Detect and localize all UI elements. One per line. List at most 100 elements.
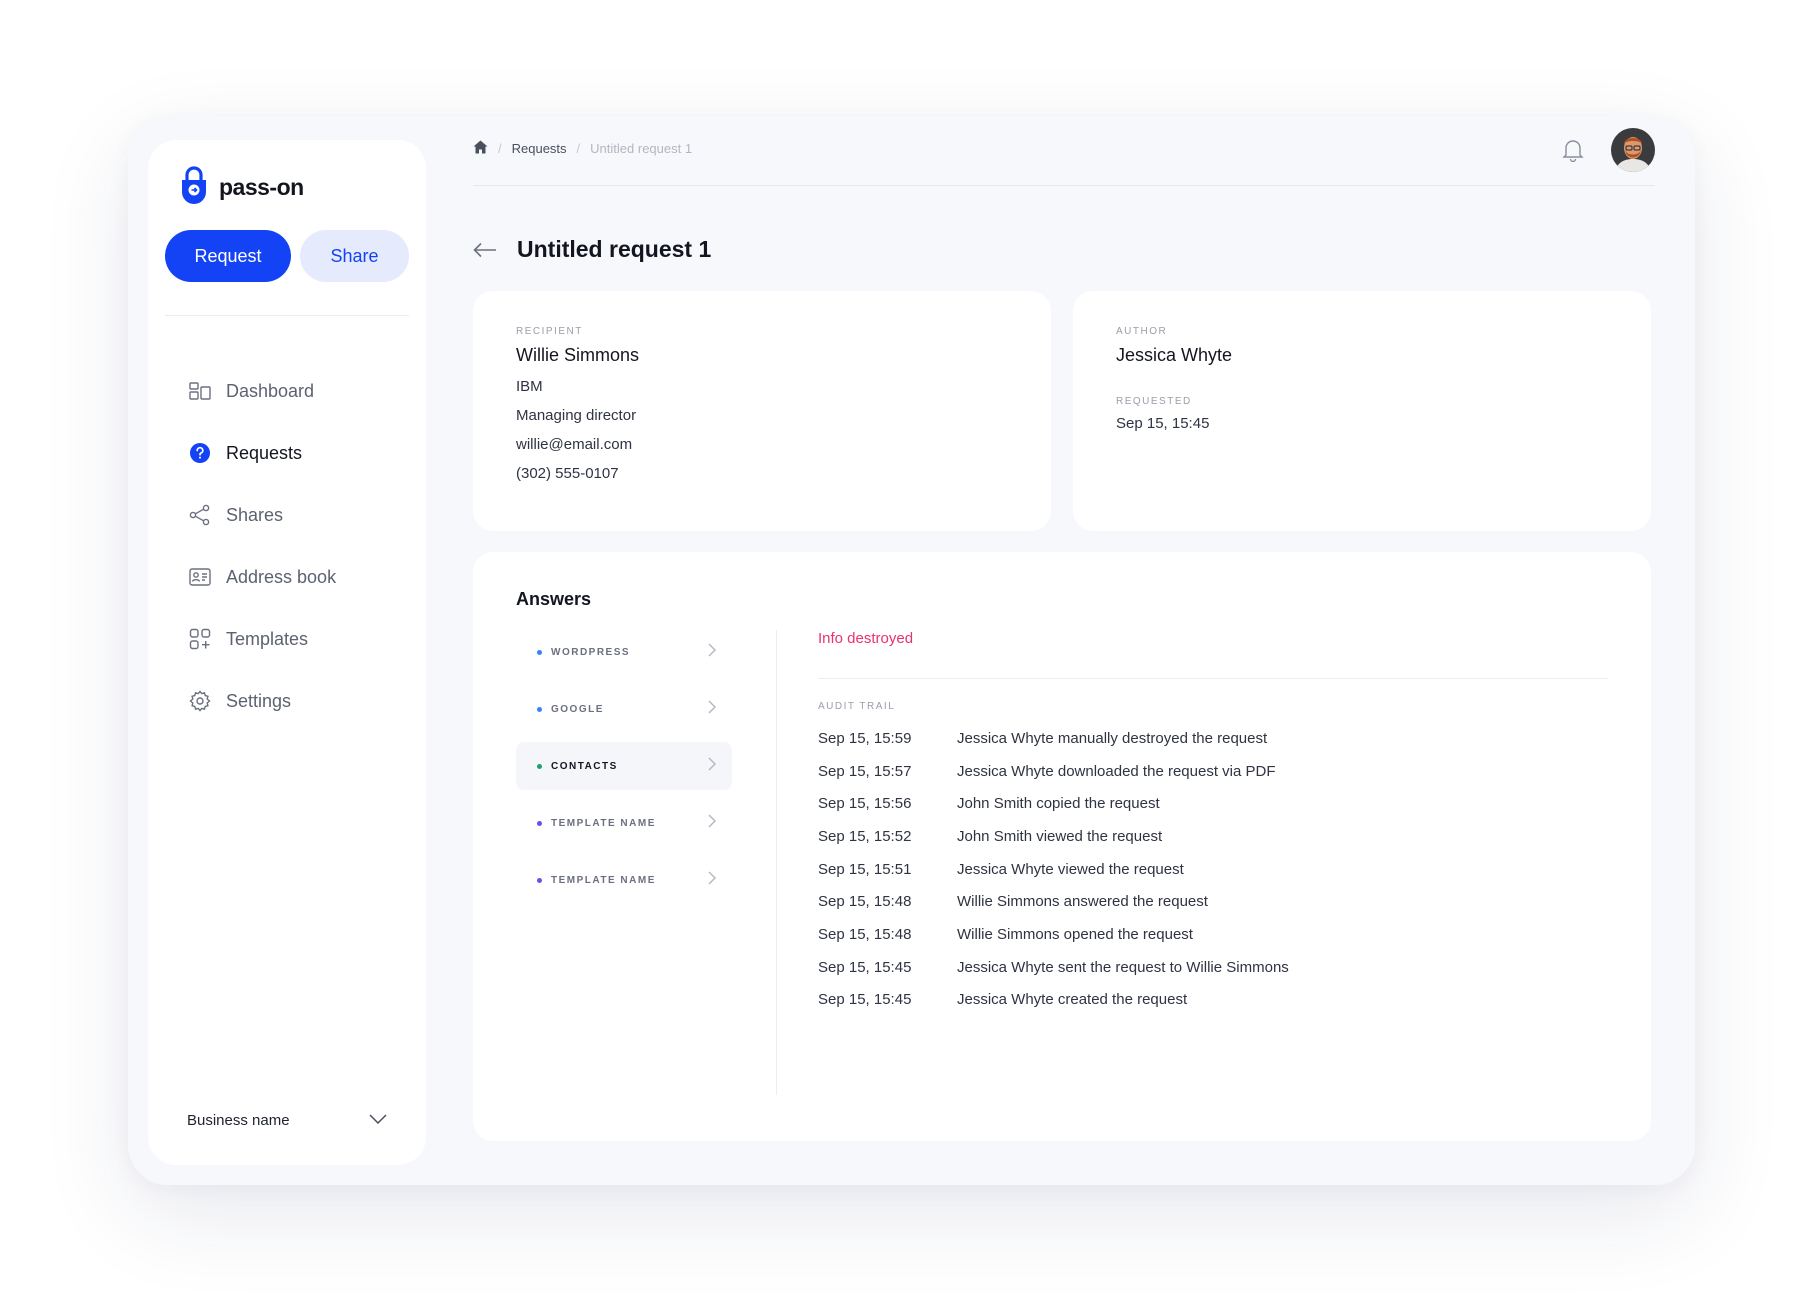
home-icon[interactable] [473,140,488,157]
audit-row: Sep 15, 15:45 Jessica Whyte sent the requ… [818,951,1608,984]
audit-row: Sep 15, 15:56 John Smith copied the reque… [818,787,1608,820]
requested-label: REQUESTED [1116,396,1192,407]
answer-item-wordpress[interactable]: WORDPRESS [516,628,732,676]
chevron-right-icon [708,814,716,833]
chevron-right-icon [708,757,716,776]
status-dot [537,649,542,655]
breadcrumb-separator: / [498,141,502,156]
brand-name: pass-on [219,174,304,200]
answer-item-contacts[interactable]: CONTACTS [516,742,732,790]
chevron-down-icon [369,1111,387,1129]
sidebar-item-label: Requests [226,442,303,463]
chevron-right-icon [708,700,716,719]
breadcrumb-current: Untitled request 1 [590,141,693,156]
audit-time: Sep 15, 15:48 [818,893,912,911]
breadcrumb-requests[interactable]: Requests [512,141,567,156]
audit-event: Jessica Whyte viewed the request [957,860,1184,878]
sidebar-item-address-book[interactable]: Address book [188,546,336,608]
contact-card-icon [188,565,212,589]
author-card: AUTHOR Jessica Whyte REQUESTED Sep 15, 1… [1073,291,1651,531]
audit-row: Sep 15, 15:59 Jessica Whyte manually dest… [818,722,1608,755]
gear-icon [188,689,212,713]
avatar[interactable] [1611,128,1655,172]
bell-icon[interactable] [1562,138,1584,167]
audit-time: Sep 15, 15:51 [818,860,912,878]
answer-label: TEMPLATE NAME [551,874,656,886]
recipient-phone: (302) 555-0107 [516,465,619,482]
business-selector[interactable]: Business name [187,1111,387,1129]
audit-time: Sep 15, 15:57 [818,762,912,780]
answers-title: Answers [516,589,592,609]
sidebar-item-requests[interactable]: Requests [188,422,336,484]
back-arrow-icon[interactable] [473,242,497,258]
logo[interactable]: pass-on [181,166,304,209]
answers-card: Answers WORDPRESS GOOGLE CONTACTS TEMPLA… [473,552,1651,1141]
audit-time: Sep 15, 15:45 [818,958,912,976]
lock-logo-icon [181,166,207,209]
status-dot [537,706,542,712]
answer-label: GOOGLE [551,703,604,715]
audit-time: Sep 15, 15:48 [818,925,912,943]
recipient-name: Willie Simmons [516,345,640,365]
sidebar-item-settings[interactable]: Settings [188,670,336,732]
business-name: Business name [187,1111,290,1129]
recipient-email: willie@email.com [516,436,633,453]
audit-event: Jessica Whyte sent the request to Willie… [957,958,1289,976]
requested-date: Sep 15, 15:45 [1116,415,1210,432]
audit-time: Sep 15, 15:56 [818,795,912,813]
status-dot [537,820,542,826]
recipient-role: Managing director [516,407,637,424]
audit-event: Willie Simmons answered the request [957,893,1208,911]
sidebar-nav: Dashboard Requests Shares Address book T… [188,360,336,732]
templates-icon [188,627,212,651]
chevron-right-icon [708,643,716,662]
page-title: Untitled request 1 [517,236,712,262]
audit-row: Sep 15, 15:48 Willie Simmons answered the… [818,885,1608,918]
audit-row: Sep 15, 15:57 Jessica Whyte downloaded th… [818,755,1608,788]
status-text: Info destroyed [818,630,914,647]
author-label: AUTHOR [1116,326,1168,337]
sidebar-divider [165,315,409,316]
audit-time: Sep 15, 15:45 [818,991,912,1009]
status-dot [537,763,542,769]
answer-item-template-1[interactable]: TEMPLATE NAME [516,799,732,847]
sidebar-item-label: Shares [226,504,284,525]
question-circle-icon [188,441,212,465]
sidebar-item-templates[interactable]: Templates [188,608,336,670]
audit-row: Sep 15, 15:48 Willie Simmons opened the r… [818,918,1608,951]
audit-event: Jessica Whyte manually destroyed the req… [957,729,1268,747]
sidebar-item-dashboard[interactable]: Dashboard [188,360,336,422]
audit-event: Jessica Whyte created the request [957,991,1188,1009]
share-button[interactable]: Share [300,230,409,282]
dashboard-icon [188,379,212,403]
recipient-card: RECIPIENT Willie Simmons IBM Managing di… [473,291,1051,531]
audit-time: Sep 15, 15:52 [818,827,912,845]
audit-event: John Smith copied the request [957,795,1160,813]
audit-row: Sep 15, 15:51 Jessica Whyte viewed the re… [818,853,1608,886]
audit-event: Jessica Whyte downloaded the request via… [957,762,1276,780]
request-button[interactable]: Request [165,230,291,282]
sidebar-item-label: Address book [226,566,337,587]
audit-time: Sep 15, 15:59 [818,729,912,747]
breadcrumb: / Requests / Untitled request 1 [473,140,692,157]
sidebar-item-shares[interactable]: Shares [188,484,336,546]
author-name: Jessica Whyte [1116,345,1233,365]
sidebar-item-label: Settings [226,690,292,711]
answer-label: CONTACTS [551,760,618,772]
share-icon [188,503,212,527]
recipient-label: RECIPIENT [516,326,583,337]
audit-row: Sep 15, 15:45 Jessica Whyte created the r… [818,984,1608,1017]
answer-item-google[interactable]: GOOGLE [516,685,732,733]
audit-trail-list: Sep 15, 15:59 Jessica Whyte manually dest… [818,722,1608,1016]
answer-label: WORDPRESS [551,646,631,658]
answer-label: TEMPLATE NAME [551,817,656,829]
breadcrumb-separator: / [576,141,581,156]
app-window: pass-on Request Share Dashboard Requests… [128,116,1695,1185]
answer-details: Info destroyed AUDIT TRAIL Sep 15, 15:59… [818,630,1608,1008]
status-dot [537,877,542,883]
sidebar-item-label: Dashboard [226,380,315,401]
audit-trail-label: AUDIT TRAIL [818,701,896,712]
sidebar-item-label: Templates [226,628,309,649]
answer-item-template-2[interactable]: TEMPLATE NAME [516,856,732,904]
chevron-right-icon [708,871,716,890]
